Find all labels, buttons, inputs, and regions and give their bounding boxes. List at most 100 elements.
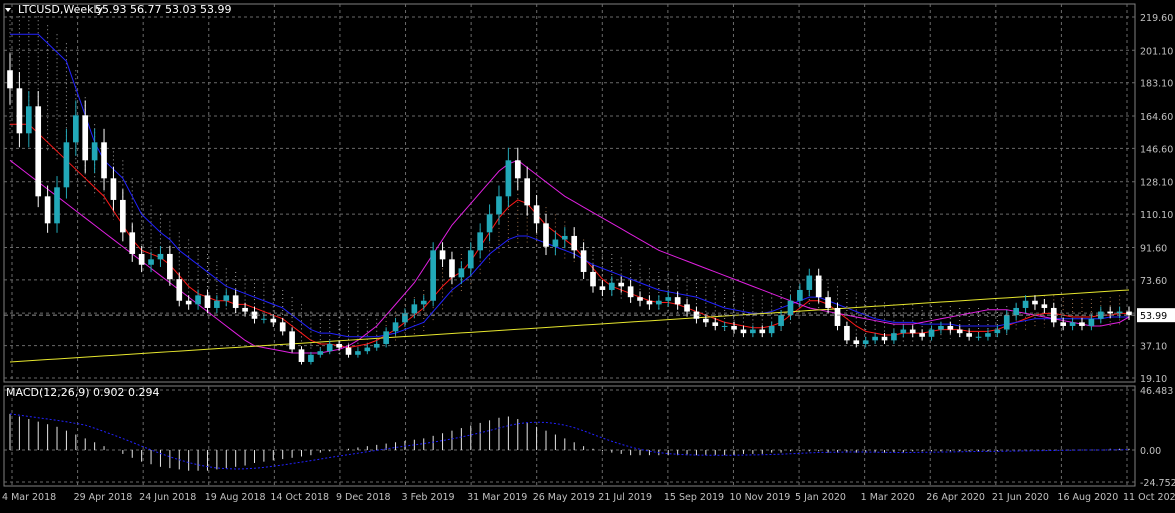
y-tick-label: 19.10 bbox=[1140, 374, 1167, 385]
candle-body bbox=[891, 333, 897, 341]
candle-body bbox=[392, 322, 399, 332]
candle-body bbox=[787, 300, 794, 316]
candle-body bbox=[759, 329, 766, 334]
candle-body bbox=[797, 289, 803, 301]
x-tick-label: 24 Jun 2018 bbox=[139, 492, 196, 503]
last-price-text: 53.99 bbox=[1140, 311, 1167, 322]
candle-body bbox=[740, 329, 747, 334]
candle-body bbox=[834, 307, 841, 326]
y-tick-label: 201.10 bbox=[1140, 46, 1173, 57]
candle-body bbox=[44, 196, 51, 224]
x-tick-label: 26 May 2019 bbox=[533, 492, 595, 503]
candle-body bbox=[656, 300, 662, 305]
candle-body bbox=[355, 351, 361, 355]
ohlc-readout: 55.93 56.77 53.03 53.99 bbox=[95, 3, 231, 16]
candle-body bbox=[994, 329, 1001, 334]
candle-body bbox=[477, 232, 483, 251]
y-tick-label: 110.10 bbox=[1140, 210, 1173, 221]
candle-body bbox=[496, 196, 502, 215]
candle-body bbox=[54, 187, 60, 224]
candle-body bbox=[505, 160, 512, 197]
candle-body bbox=[242, 307, 248, 312]
x-tick-label: 21 Jun 2020 bbox=[992, 492, 1049, 503]
candle-body bbox=[618, 282, 625, 287]
candle-body bbox=[900, 329, 907, 334]
candle-body bbox=[750, 329, 756, 334]
candle-body bbox=[825, 297, 831, 308]
candle-body bbox=[7, 70, 13, 89]
candle-body bbox=[420, 300, 427, 305]
candle-body bbox=[467, 250, 474, 269]
candle-body bbox=[308, 354, 314, 362]
candle-body bbox=[853, 340, 860, 344]
x-tick-label: 31 Mar 2019 bbox=[467, 492, 527, 503]
candle-body bbox=[317, 351, 324, 355]
macd-histogram bbox=[9, 413, 1130, 471]
candle-body bbox=[270, 318, 277, 323]
last-price-label: 53.99 bbox=[4, 308, 1175, 323]
y-tick-label: 146.60 bbox=[1140, 144, 1173, 155]
candle-body bbox=[731, 325, 737, 330]
candle-body bbox=[110, 178, 117, 200]
candle-body bbox=[665, 297, 672, 301]
candle-body bbox=[646, 300, 653, 305]
candle-body bbox=[909, 329, 916, 334]
candle-body bbox=[1032, 300, 1038, 305]
macd-y-tick-label: 46.483 bbox=[1140, 386, 1173, 397]
y-tick-label: 73.60 bbox=[1140, 276, 1167, 287]
y-tick-label: 91.60 bbox=[1140, 243, 1167, 254]
x-tick-label: 1 Mar 2020 bbox=[861, 492, 915, 503]
x-tick-label: 14 Oct 2018 bbox=[270, 492, 329, 503]
candle-body bbox=[721, 325, 728, 327]
candle-body bbox=[185, 300, 192, 305]
candle-body bbox=[1003, 315, 1010, 330]
candle-body bbox=[1041, 304, 1048, 308]
candle-body bbox=[157, 253, 164, 260]
macd-frame bbox=[3, 385, 1136, 487]
candle-body bbox=[373, 343, 380, 348]
candle-body bbox=[806, 275, 813, 290]
candle-body bbox=[552, 239, 559, 247]
candle-body bbox=[571, 235, 578, 251]
candle-body bbox=[129, 232, 136, 254]
candle-body bbox=[1060, 322, 1067, 326]
candle-body bbox=[1069, 322, 1076, 326]
candle-body bbox=[514, 160, 521, 179]
candle-body bbox=[975, 336, 982, 338]
candle-body bbox=[674, 297, 681, 305]
y-tick-label: 183.10 bbox=[1140, 79, 1173, 90]
candle-body bbox=[844, 325, 850, 341]
candle-body bbox=[63, 142, 70, 188]
candle-body bbox=[383, 331, 389, 344]
candle-body bbox=[195, 295, 201, 305]
candle-body bbox=[204, 295, 211, 308]
candle-body bbox=[543, 223, 549, 247]
candle-body bbox=[223, 295, 230, 301]
dropdown-arrow-icon[interactable] bbox=[5, 8, 11, 12]
candle-body bbox=[985, 333, 991, 337]
candle-body bbox=[684, 304, 690, 312]
candle-body bbox=[524, 178, 531, 206]
candle-body bbox=[326, 343, 333, 352]
candle-body bbox=[1022, 300, 1029, 308]
macd-y-tick-label: -24.752 bbox=[1140, 478, 1175, 489]
candle-body bbox=[91, 142, 98, 161]
candle-body bbox=[627, 286, 634, 298]
y-tick-label: 128.10 bbox=[1140, 178, 1173, 189]
x-tick-label: 16 Aug 2020 bbox=[1057, 492, 1118, 503]
ichimoku-cloud bbox=[9, 16, 1121, 357]
x-tick-label: 10 Nov 2019 bbox=[729, 492, 790, 503]
candle-body bbox=[778, 315, 784, 326]
candle-body bbox=[101, 142, 107, 179]
main-frame bbox=[3, 3, 1136, 383]
candle-body bbox=[703, 318, 709, 323]
candle-body bbox=[938, 325, 944, 330]
candle-body bbox=[815, 275, 822, 298]
candle-body bbox=[148, 259, 154, 265]
tenkan-sen-line bbox=[10, 123, 1129, 349]
candle-body bbox=[608, 282, 615, 290]
x-tick-label: 3 Feb 2019 bbox=[402, 492, 455, 503]
chart-canvas: 219.60 201.10 183.10 164.60 146.60 128.10 110.… bbox=[2, 3, 1175, 503]
y-tick-label: 164.60 bbox=[1140, 112, 1173, 123]
candle-body bbox=[580, 250, 587, 272]
